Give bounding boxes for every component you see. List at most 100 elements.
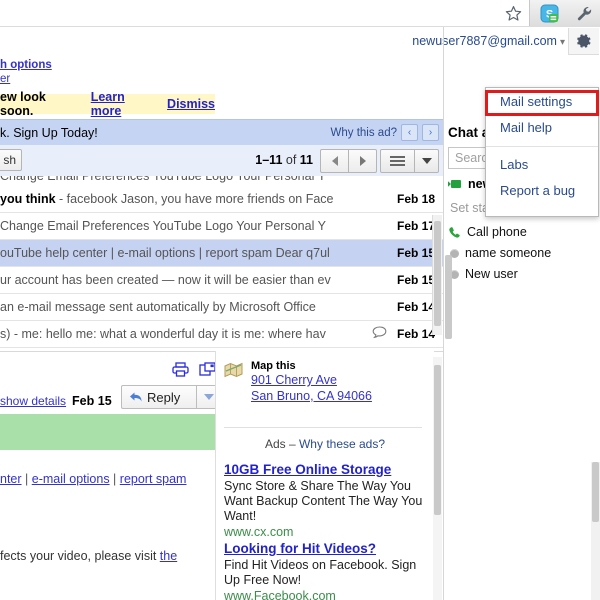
row-text: ouTube help center | e-mail options | re…: [0, 246, 330, 260]
message-action-icons: [172, 362, 216, 377]
ad-title[interactable]: 10GB Free Online Storage: [224, 461, 429, 478]
list-item[interactable]: Looking for Hit Videos? Find Hit Videos …: [224, 540, 429, 600]
refresh-button[interactable]: sh: [0, 149, 22, 171]
show-details-link[interactable]: show details: [0, 394, 66, 408]
ad-title[interactable]: Looking for Hit Videos?: [224, 540, 429, 557]
page-scrollbar[interactable]: [591, 462, 600, 600]
reading-pane-scrollbar[interactable]: [433, 357, 442, 600]
message-count: 1–11 of 11: [255, 153, 313, 167]
table-row[interactable]: s) - me: hello me: what a wonderful day …: [0, 321, 443, 348]
map-icon: [224, 360, 243, 404]
message-footer-links: nter | e-mail options | report spam: [0, 472, 186, 486]
row-sender: you think: [0, 192, 56, 206]
menu-item-mail-settings[interactable]: Mail settings: [486, 88, 598, 114]
gmail-account-strip: newuser7887@gmail.com ▾: [0, 27, 600, 56]
list-item[interactable]: name someone: [448, 246, 551, 260]
footer-sep-2: |: [109, 472, 120, 486]
list-item[interactable]: New user: [448, 267, 518, 281]
scrollbar-thumb[interactable]: [592, 462, 599, 522]
chat-panel-title: Chat a: [448, 125, 490, 140]
table-row[interactable]: ur account has been created — now it wil…: [0, 267, 443, 294]
reply-button[interactable]: Reply: [121, 385, 197, 409]
row-snippet: an e-mail message sent automatically by …: [0, 300, 316, 314]
row-snippet: ur account has been created — now it wil…: [0, 273, 331, 287]
email-options-link[interactable]: e-mail options: [32, 472, 110, 486]
bookmark-star-icon[interactable]: [500, 1, 526, 26]
account-email-text: newuser7887@gmail.com: [412, 34, 557, 48]
menu-item-report-a-bug[interactable]: Report a bug: [486, 177, 598, 203]
divider: [224, 427, 422, 428]
table-row[interactable]: an e-mail message sent automatically by …: [0, 294, 443, 321]
row-date: Feb 17: [396, 219, 435, 233]
count-total: 11: [299, 153, 313, 167]
help-center-link[interactable]: nter: [0, 472, 22, 486]
learn-more-link[interactable]: Learn more: [91, 90, 158, 118]
chat-panel-scrollbar[interactable]: [445, 255, 452, 339]
why-these-ads-link[interactable]: Why these ads?: [299, 437, 385, 451]
chat-contact-label: New user: [465, 267, 518, 281]
settings-gear-button[interactable]: [568, 28, 599, 55]
create-filter-link[interactable]: er: [0, 72, 52, 86]
scrollbar-thumb[interactable]: [434, 365, 441, 515]
message-list-scrollbar[interactable]: [432, 215, 442, 335]
scrollbar-thumb[interactable]: [434, 221, 441, 326]
report-spam-link[interactable]: report spam: [120, 472, 187, 486]
message-tail-link[interactable]: the: [160, 549, 177, 563]
partial-row-text: Change Email Preferences YouTube Logo Yo…: [0, 176, 326, 183]
prev-page-button[interactable]: [320, 149, 349, 173]
list-item[interactable]: Call phone: [448, 225, 527, 239]
table-row[interactable]: ouTube help center | e-mail options | re…: [0, 240, 443, 267]
count-range: 1–11: [255, 153, 283, 167]
row-date: Feb 15: [396, 246, 435, 260]
ad-prev-button[interactable]: ‹: [401, 124, 418, 141]
chevron-right-icon: [359, 156, 366, 166]
row-text: - facebook Jason, you have more friends …: [55, 192, 334, 206]
pager-controls: [320, 149, 377, 173]
list-item[interactable]: 10GB Free Online Storage Sync Store & Sh…: [224, 461, 429, 539]
map-address-line-1[interactable]: 901 Cherry Ave: [251, 372, 372, 388]
chat-contact-label: name someone: [465, 246, 552, 260]
open-in-new-window-icon[interactable]: [199, 362, 216, 377]
row-date: Feb 15: [396, 273, 435, 287]
ad-next-button[interactable]: ›: [422, 124, 439, 141]
print-icon[interactable]: [172, 362, 189, 377]
menu-item-labs[interactable]: Labs: [486, 151, 598, 177]
row-text: ur account has been created — now it wil…: [0, 273, 331, 287]
partial-row-top: Change Email Preferences YouTube Logo Yo…: [0, 176, 443, 186]
skype-extension-icon[interactable]: S: [536, 1, 562, 26]
menu-item-mail-help[interactable]: Mail help: [486, 114, 598, 140]
account-email-menu[interactable]: newuser7887@gmail.com ▾: [412, 34, 565, 48]
search-options-link[interactable]: h options: [0, 58, 52, 72]
list-view-dropdown[interactable]: [415, 149, 439, 173]
table-row[interactable]: you think - facebook Jason, you have mor…: [0, 186, 443, 213]
message-list: Change Email Preferences YouTube Logo Yo…: [0, 176, 443, 351]
row-text: an e-mail message sent automatically by …: [0, 300, 316, 314]
notice-text: ew look soon.: [0, 90, 46, 118]
chat-contact-label: Call phone: [467, 225, 527, 239]
ad-body: Sync Store & Share The Way You Want Back…: [224, 479, 423, 523]
new-look-notice-bar: ew look soon. Learn more Dismiss: [0, 90, 215, 118]
omnibox-area[interactable]: [0, 0, 530, 26]
reply-arrow-icon: [130, 392, 142, 402]
chat-bubble-icon: [372, 326, 387, 342]
top-ad-text: k. Sign Up Today!: [0, 126, 98, 140]
next-page-button[interactable]: [349, 149, 377, 173]
ads-header: Ads – Why these ads?: [216, 437, 434, 451]
dismiss-link[interactable]: Dismiss: [167, 97, 215, 111]
top-ad-controls: Why this ad? ‹ ›: [331, 124, 439, 141]
settings-dropdown-menu: Mail settings Mail help Labs Report a bu…: [485, 87, 599, 217]
view-mode-group: [380, 149, 439, 173]
list-view-button[interactable]: [380, 149, 415, 173]
message-body-tail: fects your video, please visit the: [0, 549, 177, 563]
table-row[interactable]: Change Email Preferences YouTube Logo Yo…: [0, 213, 443, 240]
why-this-ad-link[interactable]: Why this ad?: [331, 127, 397, 139]
row-snippet: ouTube help center | e-mail options | re…: [0, 246, 330, 260]
row-snippet: s) - me: hello me: what a wonderful day …: [0, 327, 326, 341]
chrome-wrench-menu-icon[interactable]: [572, 1, 598, 26]
phone-icon: [448, 226, 461, 239]
video-camera-icon: [448, 179, 463, 189]
chevron-down-icon: [204, 394, 214, 400]
map-address-line-2[interactable]: San Bruno, CA 94066: [251, 388, 372, 404]
map-text: Map this 901 Cherry Ave San Bruno, CA 94…: [251, 360, 372, 404]
footer-sep-1: |: [21, 472, 32, 486]
